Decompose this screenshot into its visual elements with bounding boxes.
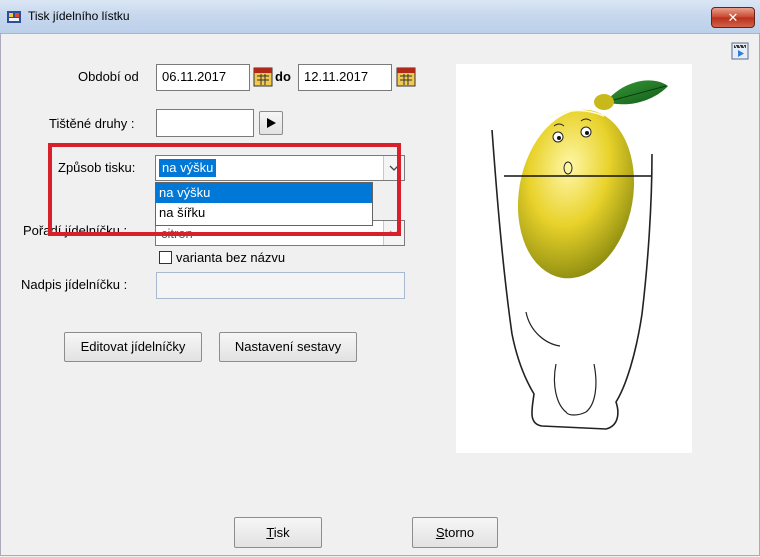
film-clapper-icon[interactable] [731,42,749,60]
calendar-icon[interactable] [253,67,273,87]
cancel-label: torno [444,525,475,540]
printed-types-label: Tištěné druhy : [49,116,135,131]
period-to-label: do [275,69,291,84]
close-button[interactable]: ✕ [711,7,755,28]
cancel-button[interactable]: Storno [412,517,498,548]
menu-heading-label: Nadpis jídelníčku : [21,277,128,292]
no-name-variant-checkbox[interactable] [159,251,172,264]
no-name-variant-label: varianta bez názvu [176,250,286,265]
printed-types-field[interactable] [156,109,254,137]
date-to-field[interactable]: 12.11.2017 [298,64,392,91]
menu-app-icon [7,11,21,23]
edit-menus-button[interactable]: Editovat jídelníčky [64,332,202,362]
date-from-field[interactable]: 06.11.2017 [156,64,250,91]
menu-heading-field[interactable] [156,272,405,299]
play-arrow-icon [267,118,276,128]
print-button[interactable]: Tisk [234,517,322,548]
report-settings-button[interactable]: Nastavení sestavy [219,332,357,362]
printed-types-button[interactable] [259,111,283,135]
print-mnemonic: T [266,525,274,540]
window-title: Tisk jídelního lístku [28,9,130,23]
print-label: isk [273,525,290,540]
lemon-picture [456,64,692,453]
calendar-icon[interactable] [396,67,416,87]
highlight-box [48,143,401,236]
period-label: Období od [78,69,139,84]
cancel-mnemonic: S [435,525,445,540]
